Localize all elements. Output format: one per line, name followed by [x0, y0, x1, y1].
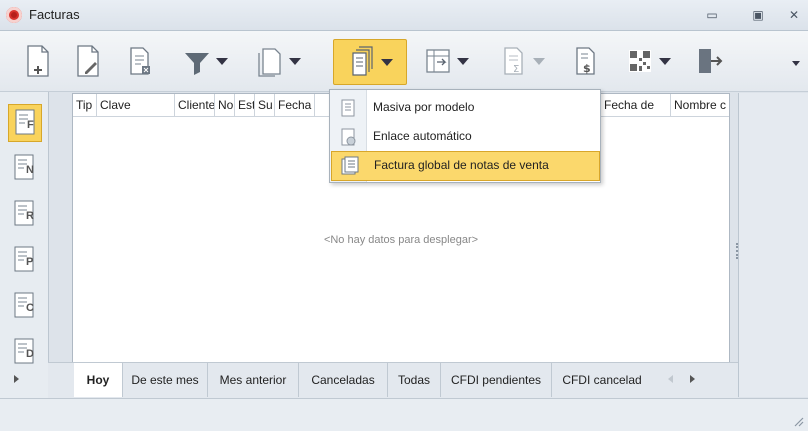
export-dropdown-arrow-icon[interactable]	[457, 57, 469, 65]
filter-button[interactable]	[175, 39, 235, 83]
column-header-fecha[interactable]: Fecha	[275, 94, 315, 116]
global-invoice-icon	[341, 156, 359, 175]
tab-hoy[interactable]: Hoy	[74, 363, 123, 397]
filter-icon	[185, 53, 209, 75]
close-button[interactable]: ✕	[784, 6, 804, 24]
tab-cfdi-pendientes[interactable]: CFDI pendientes	[441, 363, 552, 397]
panel-grip-handle[interactable]	[736, 243, 740, 259]
toolbar: Σ $	[0, 31, 808, 92]
window-title: Facturas	[29, 7, 80, 22]
column-header-no[interactable]: No	[215, 94, 235, 116]
edit-button[interactable]	[70, 39, 106, 83]
invoice-f-icon	[15, 109, 35, 135]
filter-dropdown-arrow-icon[interactable]	[216, 57, 228, 65]
menu-item-label: Factura global de notas de venta	[374, 158, 549, 172]
sidebar-item-p-label: P	[26, 256, 34, 268]
menu-item-label: Masiva por modelo	[373, 100, 475, 114]
totals-icon: Σ	[504, 47, 523, 75]
delete-document-icon	[130, 47, 150, 75]
column-header-fecha-de[interactable]: Fecha de	[601, 94, 671, 116]
export-button[interactable]	[416, 39, 476, 83]
new-button[interactable]	[20, 39, 56, 83]
app-logo-icon	[6, 7, 22, 23]
svg-text:$: $	[583, 62, 591, 75]
copy-document-icon	[258, 48, 281, 77]
status-bar	[0, 398, 808, 431]
facturas-window: Facturas ▭ ▣ ✕ Σ $ F N R P C D Tip Clave…	[0, 0, 808, 431]
batch-invoice-button[interactable]	[333, 39, 407, 85]
sidebar-item-c-label: C	[26, 302, 34, 314]
sidebar-item-f[interactable]: F	[8, 104, 42, 142]
copy-dropdown-arrow-icon[interactable]	[289, 57, 301, 65]
sidebar-item-d-label: D	[26, 348, 34, 360]
sidebar-item-f-label: F	[27, 119, 34, 131]
menu-item-label: Enlace automático	[373, 129, 472, 143]
qr-dropdown-arrow-icon[interactable]	[659, 57, 671, 65]
tabs-scroll-right-icon[interactable]	[690, 375, 695, 383]
maximize-button[interactable]: ▣	[748, 6, 768, 24]
sidebar-item-p[interactable]: P	[8, 242, 40, 278]
sidebar-item-c[interactable]: C	[8, 288, 40, 324]
right-side-panel	[736, 93, 808, 397]
totals-button[interactable]: Σ	[492, 39, 552, 83]
document-d-icon	[14, 338, 34, 364]
document-n-icon	[14, 154, 34, 180]
auto-link-icon	[341, 128, 356, 146]
qr-button[interactable]	[612, 39, 684, 83]
tab-de-este-mes[interactable]: De este mes	[123, 363, 208, 397]
toolbar-overflow-arrow-icon[interactable]	[792, 61, 800, 66]
document-c-icon	[14, 292, 34, 318]
tab-cfdi-canceladas[interactable]: CFDI cancelad	[552, 363, 652, 397]
title-bar: Facturas ▭ ▣ ✕	[0, 0, 808, 31]
minimize-button[interactable]: ▭	[702, 6, 722, 24]
payment-document-icon: $	[576, 47, 595, 75]
sidebar-item-r[interactable]: R	[8, 196, 40, 232]
column-header-cliente[interactable]: Cliente	[175, 94, 215, 116]
payment-button[interactable]: $	[568, 39, 604, 83]
edit-document-icon	[77, 45, 99, 77]
copy-button[interactable]	[248, 39, 308, 83]
sidebar-item-n-label: N	[26, 164, 34, 176]
totals-dropdown-arrow-icon[interactable]	[533, 57, 545, 65]
resize-grip-icon[interactable]	[792, 415, 804, 427]
document-p-icon	[14, 246, 34, 272]
sidebar-item-n[interactable]: N	[8, 150, 40, 186]
column-header-clave[interactable]: Clave	[97, 94, 175, 116]
model-batch-icon	[341, 99, 355, 117]
export-icon	[426, 49, 450, 73]
column-header-est[interactable]: Est	[235, 94, 255, 116]
tabs-scroll-left-icon[interactable]	[668, 375, 673, 383]
menu-item-masiva-por-modelo[interactable]: Masiva por modelo	[331, 94, 598, 122]
column-header-su[interactable]: Su	[255, 94, 275, 116]
delete-button[interactable]	[122, 39, 158, 83]
exit-button[interactable]	[692, 39, 728, 83]
batch-invoice-icon	[352, 46, 373, 76]
sidebar-item-d[interactable]: D	[8, 334, 40, 370]
tab-mes-anterior[interactable]: Mes anterior	[208, 363, 299, 397]
tab-todas[interactable]: Todas	[388, 363, 441, 397]
batch-invoice-dropdown-menu: Masiva por modelo Enlace automático Fact…	[329, 89, 601, 183]
batch-invoice-dropdown-arrow-icon[interactable]	[381, 58, 393, 66]
empty-message: <No hay datos para desplegar>	[323, 234, 479, 246]
sidebar: F N R P C D	[0, 92, 49, 398]
sidebar-expand-arrow-icon[interactable]	[14, 375, 19, 383]
menu-item-factura-global[interactable]: Factura global de notas de venta	[331, 151, 600, 181]
sidebar-item-r-label: R	[26, 210, 34, 222]
exit-icon	[699, 49, 723, 73]
column-header-tip[interactable]: Tip	[73, 94, 97, 116]
tab-canceladas[interactable]: Canceladas	[299, 363, 388, 397]
qr-code-icon	[629, 50, 651, 72]
new-document-icon	[27, 45, 49, 77]
column-header-nombre[interactable]: Nombre c	[671, 94, 729, 116]
svg-text:Σ: Σ	[513, 64, 519, 75]
tab-bar: Hoy De este mes Mes anterior Canceladas …	[48, 362, 738, 398]
document-r-icon	[14, 200, 34, 226]
menu-item-enlace-automatico[interactable]: Enlace automático	[331, 123, 598, 151]
